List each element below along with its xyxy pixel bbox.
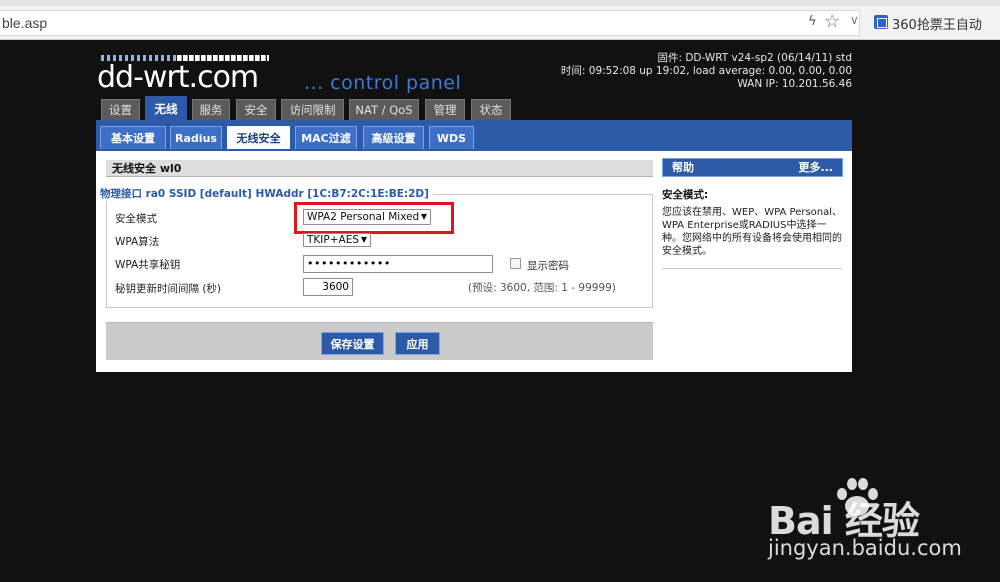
browser-tab-strip — [0, 0, 1000, 6]
ddwrt-logo: dd-wrt.com — [97, 60, 259, 95]
sub-navigation: 基本设置 Radius 无线安全 MAC过滤 高级设置 WDS — [96, 120, 852, 151]
control-panel-tagline: ... control panel — [304, 72, 462, 94]
show-password-label: 显示密码 — [527, 260, 569, 272]
firmware-text: 固件: DD-WRT v24-sp2 (06/14/11) std — [657, 52, 852, 64]
rekey-interval-input[interactable]: 3600 — [303, 278, 353, 296]
subtab-basic-settings[interactable]: 基本设置 — [100, 126, 166, 149]
wpa-algorithm-select[interactable]: TKIP+AES ▼ — [303, 233, 371, 247]
tab-services[interactable]: 服务 — [192, 99, 230, 120]
security-mode-label: 安全模式 — [115, 213, 157, 225]
tab-access-restrictions[interactable]: 访问限制 — [281, 99, 344, 120]
star-icon[interactable]: ☆ — [824, 11, 840, 32]
content-frame: 基本设置 Radius 无线安全 MAC过滤 高级设置 WDS 无线安全 wl0… — [96, 120, 852, 372]
wpa-key-input[interactable]: •••••••••••• — [303, 255, 493, 273]
rekey-interval-label: 秘钥更新时间间隔 (秒) — [115, 283, 222, 295]
address-text[interactable]: ble.asp — [2, 15, 47, 31]
chevron-down-icon[interactable]: ∨ — [850, 13, 859, 27]
tab-setup[interactable]: 设置 — [101, 99, 140, 120]
dropdown-arrow-icon: ▼ — [360, 235, 367, 244]
help-more-link[interactable]: 更多... — [798, 159, 833, 176]
subtab-wireless-security[interactable]: 无线安全 — [227, 126, 290, 149]
baidu-watermark-url: jingyan.baidu.com — [768, 536, 962, 560]
wpa-algorithm-value: TKIP+AES — [307, 234, 360, 246]
show-password-checkbox[interactable] — [510, 258, 521, 269]
wpa-algorithm-label: WPA算法 — [115, 236, 160, 248]
subtab-advanced-settings[interactable]: 高级设置 — [363, 126, 424, 149]
uptime-text: 时间: 09:52:08 up 19:02, load average: 0.0… — [560, 65, 852, 77]
subtab-radius[interactable]: Radius — [170, 126, 222, 149]
tab-security[interactable]: 安全 — [236, 99, 276, 120]
help-title: 帮助 — [672, 161, 694, 174]
help-subtitle: 安全模式: — [662, 189, 709, 201]
extension-icon — [874, 15, 888, 29]
extension-button[interactable]: 360抢票王自动 — [874, 13, 1000, 35]
tab-status[interactable]: 状态 — [471, 99, 511, 120]
router-info: 固件: DD-WRT v24-sp2 (06/14/11) std 时间: 09… — [561, 52, 852, 91]
save-settings-button[interactable]: 保存设置 — [321, 332, 384, 355]
section-title: 无线安全 wl0 — [106, 160, 653, 177]
help-divider — [662, 268, 842, 269]
wan-ip-text: WAN IP: 10.201.56.46 — [737, 78, 852, 90]
interface-legend: 物理接口 ra0 SSID [default] HWAddr [1C:B7:2C… — [100, 186, 433, 201]
wpa-key-label: WPA共享秘钥 — [115, 259, 181, 271]
tab-wireless[interactable]: 无线 — [145, 96, 187, 120]
button-bar: 保存设置 应用 — [106, 322, 653, 360]
lightning-icon[interactable]: ϟ — [808, 14, 817, 29]
address-bar[interactable]: ble.asp — [0, 10, 860, 36]
tab-administration[interactable]: 管理 — [425, 99, 465, 120]
extension-label: 360抢票王自动 — [892, 18, 982, 33]
help-header: 帮助 更多... — [662, 158, 843, 177]
subtab-wds[interactable]: WDS — [429, 126, 474, 149]
rekey-interval-hint: (预设: 3600, 范围: 1 - 99999) — [468, 282, 616, 294]
tab-nat-qos[interactable]: NAT / QoS — [349, 99, 419, 120]
help-text: 您应该在禁用、WEP、WPA Personal、WPA Enterprise或R… — [662, 207, 843, 257]
annotation-highlight-box — [294, 202, 454, 234]
subtab-mac-filter[interactable]: MAC过滤 — [295, 126, 357, 149]
apply-button[interactable]: 应用 — [395, 332, 440, 355]
paw-icon — [837, 478, 878, 516]
browser-toolbar: ble.asp ϟ ☆ ∨ 360抢票王自动 — [0, 0, 1000, 40]
